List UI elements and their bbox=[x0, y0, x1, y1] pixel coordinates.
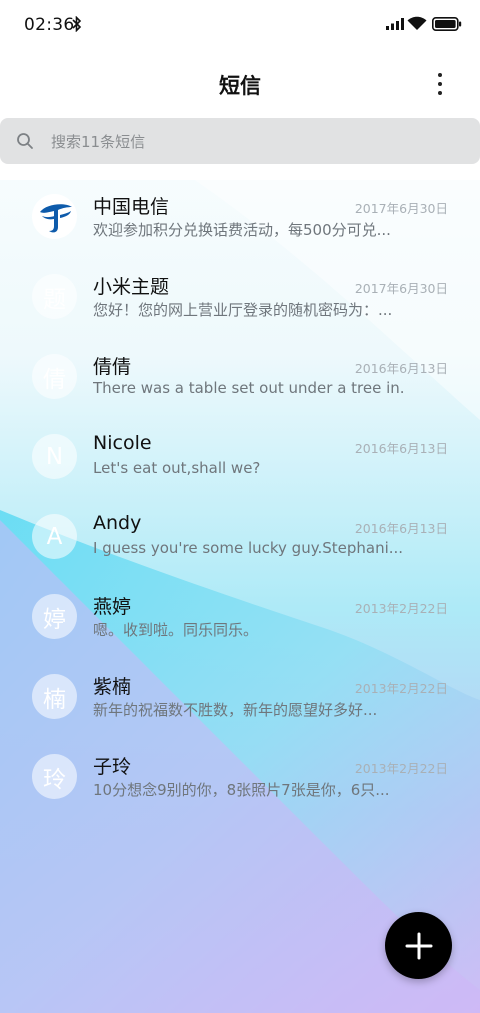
message-date: 2017年6月30日 bbox=[354, 281, 448, 296]
contact-avatar: 婷 bbox=[32, 594, 77, 639]
wifi-icon bbox=[407, 16, 427, 30]
conversation-item[interactable]: 楠 紫楠 2013年2月22日 新年的祝福数不胜数，新年的愿望好多好... bbox=[0, 658, 480, 738]
message-preview: 嗯。收到啦。同乐同乐。 bbox=[93, 621, 259, 639]
messages-screen: 02:36 短信 搜索11条短信 中国电信 2017年6月30日 欢迎参加积分兑… bbox=[0, 0, 480, 1013]
message-preview: 新年的祝福数不胜数，新年的愿望好多好... bbox=[93, 701, 378, 719]
contact-avatar: 楠 bbox=[32, 674, 77, 719]
contact-name: 中国电信 bbox=[93, 196, 170, 218]
message-date: 2013年2月22日 bbox=[354, 601, 448, 616]
contact-name: 燕婷 bbox=[93, 596, 132, 618]
contact-name: 子玲 bbox=[93, 756, 132, 778]
contact-name: Nicole bbox=[93, 432, 152, 454]
status-bar: 02:36 bbox=[0, 0, 480, 52]
conversation-item[interactable]: 题 小米主题 2017年6月30日 您好！您的网上营业厅登录的随机密码为：... bbox=[0, 258, 480, 338]
more-options-button[interactable] bbox=[424, 66, 456, 102]
contact-name: Andy bbox=[93, 512, 142, 534]
search-input[interactable]: 搜索11条短信 bbox=[51, 131, 145, 152]
contact-avatar: N bbox=[32, 434, 77, 479]
more-vertical-icon bbox=[438, 73, 442, 77]
search-icon bbox=[17, 133, 33, 149]
message-date: 2017年6月30日 bbox=[354, 201, 448, 216]
contact-avatar: 倩 bbox=[32, 354, 77, 399]
message-preview: I guess you're some lucky guy.Stephani..… bbox=[93, 539, 403, 557]
title-bar: 短信 bbox=[0, 58, 480, 110]
contact-avatar: 题 bbox=[32, 274, 77, 319]
message-preview: 欢迎参加积分兑换话费活动，每500分可兑... bbox=[93, 221, 391, 239]
contact-avatar: A bbox=[32, 514, 77, 559]
conversation-item[interactable]: 玲 子玲 2013年2月22日 10分想念9别的你，8张照片7张是你，6只... bbox=[0, 738, 480, 818]
status-time: 02:36 bbox=[24, 15, 75, 35]
contact-name: 小米主题 bbox=[93, 276, 170, 298]
search-bar[interactable]: 搜索11条短信 bbox=[0, 118, 480, 164]
more-vertical-icon-dot bbox=[438, 91, 442, 95]
new-message-button[interactable] bbox=[385, 912, 452, 979]
conversation-list: 中国电信 2017年6月30日 欢迎参加积分兑换话费活动，每500分可兑... … bbox=[0, 178, 480, 818]
contact-avatar: 玲 bbox=[32, 754, 77, 799]
conversation-item[interactable]: 倩 倩倩 2016年6月13日 There was a table set ou… bbox=[0, 338, 480, 418]
page-title: 短信 bbox=[219, 74, 261, 98]
message-preview: 10分想念9别的你，8张照片7张是你，6只... bbox=[93, 781, 390, 799]
message-preview: Let's eat out,shall we? bbox=[93, 459, 261, 477]
more-vertical-icon-dot bbox=[438, 82, 442, 86]
contact-name: 倩倩 bbox=[93, 356, 132, 378]
bluetooth-icon bbox=[72, 16, 82, 32]
message-date: 2016年6月13日 bbox=[354, 361, 448, 376]
conversation-item[interactable]: A Andy 2016年6月13日 I guess you're some lu… bbox=[0, 498, 480, 578]
message-date: 2016年6月13日 bbox=[354, 441, 448, 456]
message-date: 2013年2月22日 bbox=[354, 681, 448, 696]
conversation-item[interactable]: 婷 燕婷 2013年2月22日 嗯。收到啦。同乐同乐。 bbox=[0, 578, 480, 658]
china-telecom-logo-icon bbox=[33, 195, 76, 238]
conversation-item[interactable]: N Nicole 2016年6月13日 Let's eat out,shall … bbox=[0, 418, 480, 498]
contact-name: 紫楠 bbox=[93, 676, 132, 698]
plus-icon bbox=[405, 932, 432, 959]
message-date: 2016年6月13日 bbox=[354, 521, 448, 536]
battery-icon bbox=[432, 17, 462, 31]
message-preview: There was a table set out under a tree i… bbox=[93, 379, 403, 397]
message-preview: 您好！您的网上营业厅登录的随机密码为：... bbox=[93, 301, 393, 319]
signal-icon bbox=[386, 18, 404, 30]
message-date: 2013年2月22日 bbox=[354, 761, 448, 776]
china-telecom-logo-avatar bbox=[32, 194, 77, 239]
conversation-item[interactable]: 中国电信 2017年6月30日 欢迎参加积分兑换话费活动，每500分可兑... bbox=[0, 178, 480, 258]
